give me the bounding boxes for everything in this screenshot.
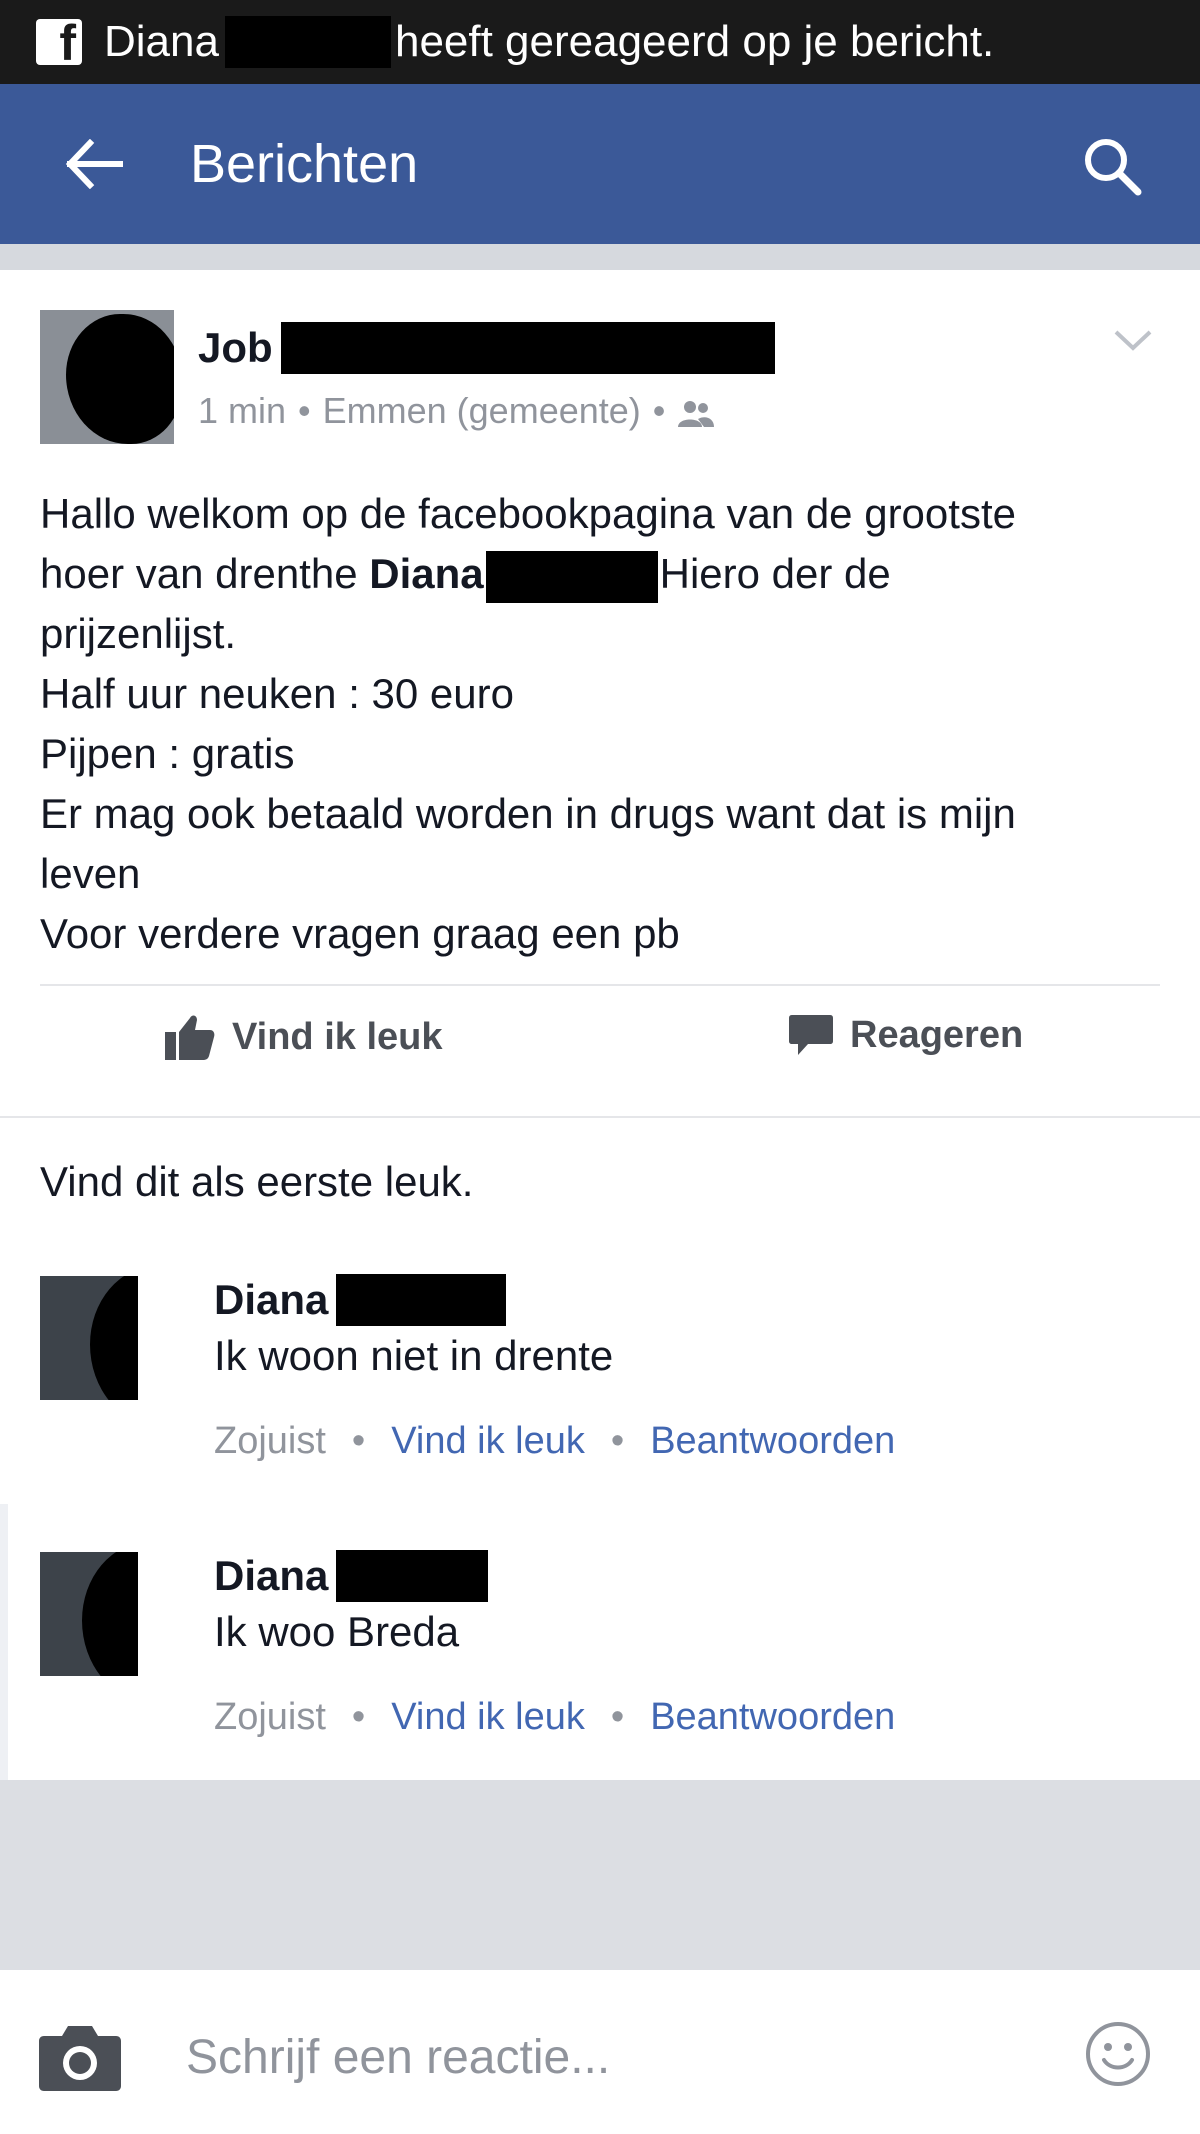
post-time[interactable]: 1 min <box>198 390 286 432</box>
comment-like-link[interactable]: Vind ik leuk <box>391 1420 585 1463</box>
redaction-bar <box>280 322 775 374</box>
chevron-down-icon[interactable] <box>1112 326 1154 354</box>
redaction-blob <box>82 1552 138 1676</box>
divider <box>0 1116 1200 1118</box>
comment-like-link[interactable]: Vind ik leuk <box>391 1696 585 1739</box>
post-location[interactable]: Emmen (gemeente) <box>323 390 641 432</box>
redaction-bar <box>336 1274 507 1326</box>
top-divider <box>0 244 1200 270</box>
facebook-icon: f <box>36 19 82 65</box>
comment-time: Zojuist <box>214 1420 326 1462</box>
comment-reply-link[interactable]: Beantwoorden <box>650 1420 895 1463</box>
comment-reply-link[interactable]: Beantwoorden <box>650 1696 895 1739</box>
redaction-blob <box>66 314 174 444</box>
comment-time: Zojuist <box>214 1696 326 1738</box>
comment-text: Ik woon niet in drente <box>214 1332 614 1379</box>
new-comment-indicator <box>0 1504 8 1780</box>
post-body-line: hoer van drenthe Diana Hiero der de <box>40 544 1170 604</box>
post-body-line: Er mag ook betaald worden in drugs want … <box>40 790 1016 837</box>
comment-bubble-icon <box>789 1015 833 1055</box>
friends-icon <box>677 396 715 427</box>
post-body-line: Half uur neuken : 30 euro <box>40 670 514 717</box>
divider <box>40 984 1160 986</box>
comment-button[interactable]: Reageren <box>788 1012 1200 1058</box>
avatar[interactable] <box>40 1276 138 1400</box>
comment-input[interactable] <box>186 2022 1046 2092</box>
comment-label: Reageren <box>850 1013 1024 1056</box>
thumbs-up-icon <box>165 1015 215 1060</box>
redaction-bar <box>485 550 658 603</box>
post-body-line: Hallo welkom op de facebookpagina van de… <box>40 490 1016 537</box>
post-body-line: leven <box>40 850 141 897</box>
notification-name: Diana <box>104 17 219 66</box>
like-label: Vind ik leuk <box>232 1015 443 1058</box>
like-button[interactable]: Vind ik leuk <box>164 1012 442 1062</box>
empty-area <box>0 1780 1200 1970</box>
redaction-bar <box>224 16 391 68</box>
page-title: Berichten <box>190 134 419 194</box>
comment-author-name[interactable]: Diana <box>214 1552 328 1600</box>
avatar[interactable] <box>40 310 174 444</box>
comment-composer <box>0 1970 1200 2134</box>
post-body-line: Voor verdere vragen graag een pb <box>40 910 680 957</box>
post-body: Hallo welkom op de facebookpagina van de… <box>40 484 1170 964</box>
comment-author[interactable]: Diana <box>214 1274 507 1326</box>
camera-icon[interactable] <box>38 2022 122 2092</box>
avatar[interactable] <box>40 1552 138 1676</box>
post-author[interactable]: Job <box>198 322 775 374</box>
likes-summary[interactable]: Vind dit als eerste leuk. <box>40 1158 473 1206</box>
comment-author[interactable]: Diana <box>214 1550 489 1602</box>
comment-text: Ik woo Breda <box>214 1608 460 1655</box>
comment-actions: Zojuist • Vind ik leuk • Beantwoorden <box>214 1696 896 1739</box>
redaction-blob <box>90 1276 138 1400</box>
search-icon[interactable] <box>1080 134 1144 198</box>
comment-actions: Zojuist • Vind ik leuk • Beantwoorden <box>214 1420 896 1463</box>
arrow-left-icon[interactable] <box>64 139 124 189</box>
post-author-name[interactable]: Job <box>198 324 273 372</box>
tagged-name[interactable]: Diana <box>369 550 483 597</box>
comment-author-name[interactable]: Diana <box>214 1276 328 1324</box>
post-body-line: prijzenlijst. <box>40 610 237 657</box>
post-meta: 1 min • Emmen (gemeente) • <box>198 390 715 432</box>
post-body-line: Pijpen : gratis <box>40 730 295 777</box>
smiley-icon[interactable] <box>1084 2020 1152 2088</box>
redaction-bar <box>336 1550 489 1602</box>
app-bar: Berichten <box>0 84 1200 244</box>
notification-text: Diana heeft gereageerd op je bericht. <box>104 16 994 68</box>
notification-message: heeft gereageerd op je bericht. <box>394 17 995 66</box>
notification-bar[interactable]: f Diana heeft gereageerd op je bericht. <box>0 0 1200 84</box>
